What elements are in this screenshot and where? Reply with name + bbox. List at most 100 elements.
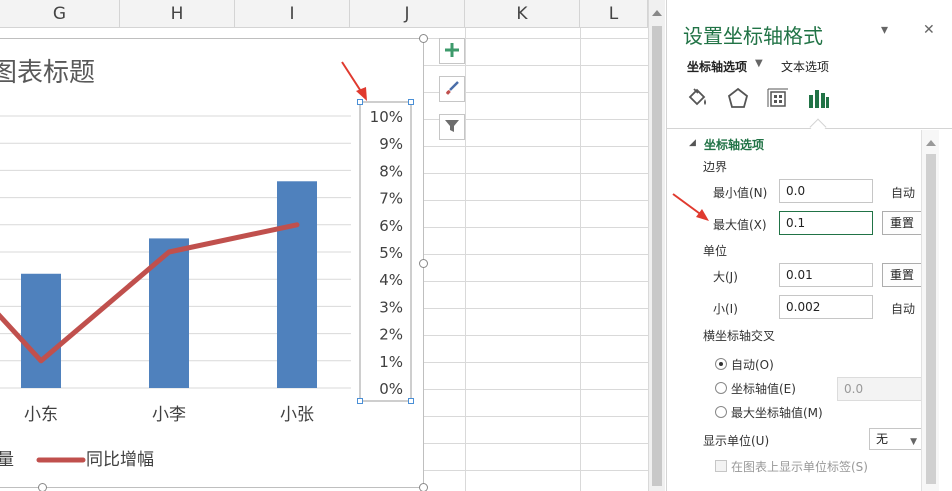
spreadsheet-area[interactable]: G H I J K L 小东 小李 小张 10% 9% 8% 7% 6% 5% …: [0, 0, 648, 491]
section-axis-options[interactable]: 坐标轴选项: [704, 136, 764, 153]
min-value-input[interactable]: 0.0: [779, 179, 873, 203]
column-header-g[interactable]: G: [0, 0, 120, 28]
crosses-max-label[interactable]: 最大坐标轴值(M): [731, 404, 823, 421]
axis-tick-label: 7%: [379, 190, 403, 208]
display-units-value: 无: [876, 432, 889, 446]
display-units-select[interactable]: 无 ▼: [869, 428, 923, 450]
pane-options-chevron-icon[interactable]: ▾: [881, 22, 888, 38]
axis-tick-label: 4%: [379, 271, 403, 289]
minor-unit-input[interactable]: 0.002: [779, 295, 873, 319]
pentagon-icon: [726, 87, 750, 112]
pane-scrollbar[interactable]: [921, 130, 939, 491]
axis-tick-label: 3%: [379, 298, 403, 316]
axis-tick-label: 2%: [379, 326, 403, 344]
crosses-auto-label[interactable]: 自动(O): [731, 356, 774, 373]
sheet-vertical-scrollbar[interactable]: [648, 0, 665, 491]
crosses-max-radio[interactable]: [715, 406, 727, 418]
column-headers: G H I J K L: [0, 0, 648, 28]
show-units-label-checkbox[interactable]: [715, 460, 727, 472]
chart-canvas: 小东 小李 小张 10% 9% 8% 7% 6% 5% 4% 3% 2% 1% 0% 图表标题 量 同比…: [0, 58, 412, 470]
axis-tick-label: 10%: [370, 108, 403, 126]
chart-title[interactable]: 图表标题: [0, 58, 95, 88]
category-label: 小张: [280, 405, 314, 425]
pane-scroll-thumb[interactable]: [926, 154, 936, 484]
bar-2[interactable]: [277, 181, 317, 388]
bar-chart-icon: [806, 87, 830, 112]
show-units-label-text: 在图表上显示单位标签(S): [731, 460, 868, 474]
chart-object[interactable]: 小东 小李 小张 10% 9% 8% 7% 6% 5% 4% 3% 2% 1% 0% 图表标题 量 同比…: [0, 34, 428, 491]
major-label: 大(J): [713, 270, 738, 284]
plus-icon: [445, 42, 459, 60]
max-value-input[interactable]: 0.1: [779, 211, 873, 235]
axis-tick-label: 8%: [379, 162, 403, 180]
units-heading: 单位: [703, 244, 728, 258]
scroll-up-arrow-icon[interactable]: [652, 10, 662, 16]
effects-tab[interactable]: [725, 86, 751, 112]
column-header-i[interactable]: I: [235, 0, 350, 28]
pane-scroll-up-icon[interactable]: [926, 140, 936, 146]
legend-line-label: 同比增幅: [86, 450, 154, 470]
format-axis-pane: 设置坐标轴格式 ▾ ✕ 坐标轴选项 ▼ 文本选项 ◢ 坐标轴选项 边界 最小值(…: [666, 0, 952, 491]
pane-close-icon[interactable]: ✕: [923, 22, 935, 38]
scroll-thumb[interactable]: [652, 26, 662, 486]
bar-series: [21, 181, 317, 388]
tab-divider: [667, 128, 952, 129]
minor-label: 小(I): [713, 302, 738, 316]
pane-title: 设置坐标轴格式: [683, 24, 823, 48]
axis-tick-label: 0%: [379, 380, 403, 398]
min-auto-state: 自动: [891, 186, 916, 200]
column-header-k[interactable]: K: [465, 0, 580, 28]
major-reset-button[interactable]: 重置: [882, 263, 922, 287]
chart-filters-button[interactable]: [439, 114, 465, 140]
axis-tick-label: 6%: [379, 217, 403, 235]
column-header-j[interactable]: J: [350, 0, 465, 28]
fill-icon: [686, 87, 710, 112]
fill-line-tab[interactable]: [685, 86, 711, 112]
legend-bar-label: 量: [0, 450, 14, 470]
filter-icon: [444, 118, 460, 137]
chart-resize-handle[interactable]: [419, 34, 428, 43]
axis-handle[interactable]: [408, 99, 414, 105]
display-units-label: 显示单位(U): [703, 434, 770, 448]
crosses-axis-value-radio[interactable]: [715, 382, 727, 394]
minor-auto-state: 自动: [891, 302, 916, 316]
red-annotation-arrow-max: [672, 193, 709, 221]
size-properties-icon: [766, 87, 790, 112]
column-header-l[interactable]: L: [580, 0, 648, 28]
bounds-heading: 边界: [703, 160, 728, 174]
grid-line: [465, 28, 466, 491]
brush-icon: [444, 80, 460, 99]
collapse-triangle-icon[interactable]: ◢: [689, 138, 696, 148]
chart-elements-button[interactable]: [439, 38, 465, 64]
bar-0[interactable]: [21, 273, 61, 388]
crosses-heading: 横坐标轴交叉: [703, 329, 776, 343]
chart-resize-handle[interactable]: [419, 259, 428, 268]
category-label: 小东: [24, 405, 58, 425]
size-properties-tab[interactable]: [765, 86, 791, 112]
chart-resize-handle[interactable]: [38, 483, 47, 491]
axis-tick-label: 5%: [379, 244, 403, 262]
tab-dropdown-icon[interactable]: ▼: [755, 58, 763, 69]
tab-text-options[interactable]: 文本选项: [781, 58, 829, 75]
crosses-auto-radio[interactable]: [715, 358, 727, 370]
category-labels: 小东 小李 小张: [24, 405, 314, 425]
crosses-axis-value-input[interactable]: 0.0: [837, 377, 923, 401]
axis-options-tab[interactable]: [805, 86, 831, 112]
max-reset-button[interactable]: 重置: [882, 211, 922, 235]
axis-handle[interactable]: [357, 398, 363, 404]
chevron-down-icon: ▼: [910, 437, 917, 447]
column-header-h[interactable]: H: [120, 0, 235, 28]
chart-resize-handle[interactable]: [419, 483, 428, 491]
min-label: 最小值(N): [713, 186, 768, 200]
tab-axis-options[interactable]: 坐标轴选项: [687, 58, 747, 75]
chart-styles-button[interactable]: [439, 76, 465, 102]
max-label: 最大值(X): [713, 218, 767, 232]
crosses-axis-value-label[interactable]: 坐标轴值(E): [731, 380, 796, 397]
axis-tick-label: 1%: [379, 353, 403, 371]
major-unit-input[interactable]: 0.01: [779, 263, 873, 287]
axis-handle[interactable]: [408, 398, 414, 404]
axis-tick-label: 9%: [379, 135, 403, 153]
red-annotation-arrow: [341, 61, 367, 101]
pane-body: ◢ 坐标轴选项 边界 最小值(N) 0.0 自动 最大值(X) 0.1 重置 单…: [667, 130, 923, 491]
category-label: 小李: [152, 405, 186, 425]
